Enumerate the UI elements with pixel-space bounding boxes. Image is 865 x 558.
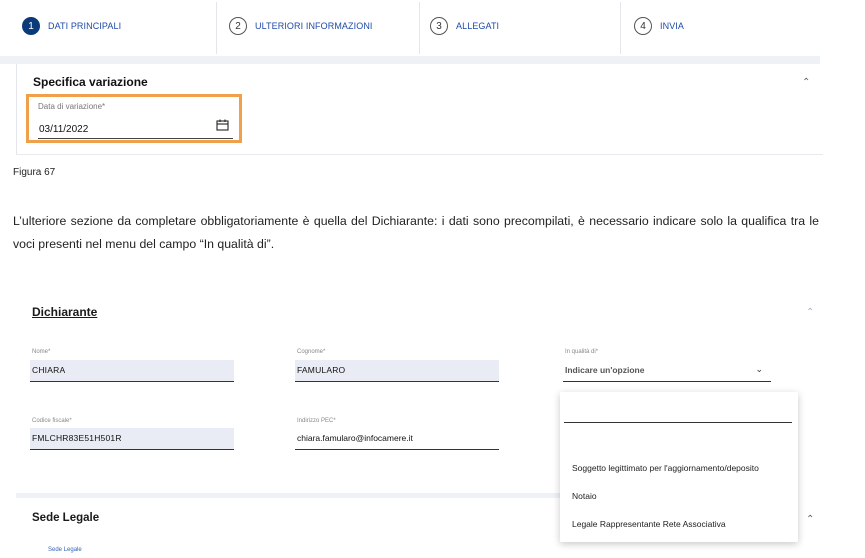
calendar-icon[interactable]	[216, 119, 229, 131]
step-divider	[216, 2, 217, 54]
step-number: 2	[229, 17, 247, 35]
step-number: 3	[430, 17, 448, 35]
dropdown-option[interactable]: Legale Rappresentante Rete Associativa	[572, 519, 726, 529]
figure-caption: Figura 67	[13, 167, 56, 178]
date-underline	[38, 138, 233, 139]
cf-label: Codice fiscale*	[32, 418, 72, 424]
nome-input[interactable]: CHIARA	[30, 360, 234, 382]
stepper: 1 DATI PRINCIPALI 2 ULTERIORI INFORMAZIO…	[0, 0, 865, 64]
step-label: INVIA	[660, 21, 685, 31]
chevron-down-icon: ⌄	[755, 364, 763, 374]
step-label: ULTERIORI INFORMAZIONI	[255, 21, 373, 31]
cognome-value: FAMULARO	[297, 365, 346, 375]
pec-value: chiara.famularo@infocamere.it	[297, 433, 413, 443]
collapse-chevron-icon[interactable]: ⌃	[802, 77, 810, 88]
cognome-label: Cognome*	[297, 349, 326, 355]
section-divider	[16, 493, 560, 498]
dropdown-search-underline[interactable]	[564, 422, 792, 423]
dropdown-option[interactable]: Notaio	[572, 491, 597, 501]
pec-label: Indirizzo PEC*	[297, 418, 336, 424]
collapse-chevron-icon[interactable]: ⌃	[806, 307, 814, 318]
qualita-dropdown-menu: Soggetto legittimato per l'aggiornamento…	[560, 392, 798, 542]
step-label: DATI PRINCIPALI	[48, 21, 122, 31]
cognome-input[interactable]: FAMULARO	[295, 360, 499, 382]
date-label: Data di variazione*	[38, 102, 106, 111]
qualita-label: In qualità di*	[565, 349, 599, 355]
dropdown-option[interactable]: Soggetto legittimato per l'aggiornamento…	[572, 463, 759, 473]
step-1[interactable]: 1 DATI PRINCIPALI	[22, 14, 121, 38]
step-4[interactable]: 4 INVIA	[634, 14, 684, 38]
nome-value: CHIARA	[32, 365, 66, 375]
dichiarante-title: Dichiarante	[32, 305, 98, 319]
date-field[interactable]: Data di variazione* 03/11/2022	[26, 94, 242, 143]
qualita-placeholder: Indicare un'opzione	[565, 365, 645, 375]
cf-input[interactable]: FMLCHR83E51H501R	[30, 428, 234, 450]
specifica-title: Specifica variazione	[33, 75, 148, 89]
pec-input[interactable]: chiara.famularo@infocamere.it	[295, 428, 499, 450]
collapse-chevron-icon[interactable]: ⌃	[806, 514, 814, 525]
step-2[interactable]: 2 ULTERIORI INFORMAZIONI	[229, 14, 373, 38]
qualita-select[interactable]: Indicare un'opzione ⌄	[563, 360, 771, 382]
cf-value: FMLCHR83E51H501R	[32, 433, 122, 443]
stepper-bottom-band	[0, 56, 820, 64]
step-divider	[419, 2, 420, 54]
step-number: 4	[634, 17, 652, 35]
step-3[interactable]: 3 ALLEGATI	[430, 14, 499, 38]
nome-label: Nome*	[32, 349, 51, 355]
sede-legale-title: Sede Legale	[32, 512, 100, 524]
date-value[interactable]: 03/11/2022	[39, 124, 88, 135]
sede-legale-sublabel: Sede Legale	[48, 547, 82, 553]
step-label: ALLEGATI	[456, 21, 500, 31]
paragraph-text: L’ulteriore sezione da completare obblig…	[13, 214, 819, 251]
step-divider	[620, 2, 621, 54]
step-number: 1	[22, 17, 40, 35]
